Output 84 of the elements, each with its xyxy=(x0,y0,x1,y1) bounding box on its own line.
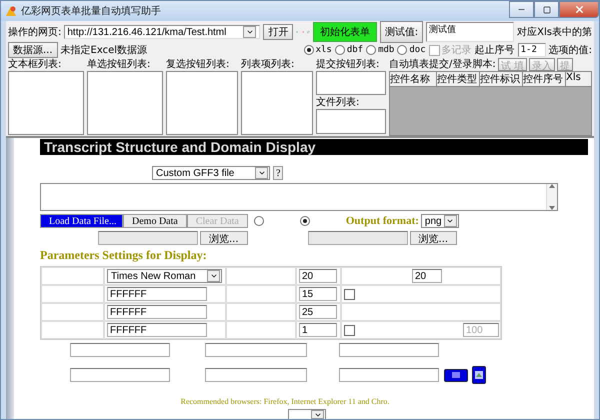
color-field[interactable]: FFFFFF xyxy=(107,323,207,337)
swatch-icon xyxy=(452,372,460,378)
maximize-icon xyxy=(542,6,550,14)
minimize-button[interactable] xyxy=(509,1,534,18)
list-label: 复选按钮列表: xyxy=(166,58,230,71)
browse-button[interactable]: 浏览... xyxy=(200,231,248,245)
font-select[interactable]: Times New Roman xyxy=(107,269,222,283)
listbox[interactable] xyxy=(241,71,313,135)
column-header[interactable]: Xls xyxy=(566,72,591,87)
page-title: Transcript Structure and Domain Display xyxy=(40,139,588,155)
size-field[interactable]: 25 xyxy=(299,305,337,319)
size-field[interactable]: 1 xyxy=(299,323,337,337)
list-label: 文本框列表: xyxy=(8,58,62,71)
format-label: doc xyxy=(409,45,426,55)
text-field[interactable] xyxy=(339,343,439,357)
option-value-label: 选项的值: xyxy=(548,44,592,57)
data-source-button[interactable]: 数据源... xyxy=(8,42,58,58)
script-label: 自动填表提交/登录脚本: xyxy=(389,58,496,71)
list-label: 文件列表: xyxy=(316,96,360,109)
mode-radio[interactable] xyxy=(300,216,310,226)
image-icon xyxy=(475,371,483,379)
format-radio[interactable] xyxy=(334,45,345,55)
format-radio[interactable] xyxy=(366,45,376,55)
range-field[interactable]: 1-2 xyxy=(518,43,546,57)
url-label: 操作的网页: xyxy=(8,26,62,39)
column-header[interactable]: 控件名称 xyxy=(390,72,437,87)
close-icon xyxy=(574,4,584,15)
listbox[interactable] xyxy=(316,109,386,134)
multi-record-label: 多记录 xyxy=(442,44,472,57)
output-format-select[interactable]: png xyxy=(420,214,459,228)
url-combo[interactable]: http://131.216.46.121/kma/Test.html xyxy=(64,25,260,39)
value-field[interactable]: 20 xyxy=(412,269,442,283)
listbox[interactable] xyxy=(166,71,238,135)
help-button[interactable]: ? xyxy=(273,166,284,180)
text-field[interactable] xyxy=(205,343,307,357)
size-field[interactable]: 20 xyxy=(299,269,337,283)
column-header[interactable]: 控件类型 xyxy=(437,72,480,87)
text-field[interactable] xyxy=(205,368,307,382)
list-label: 提交按钮列表: xyxy=(316,58,380,71)
format-label: dbf xyxy=(346,45,364,55)
image-button[interactable] xyxy=(472,366,486,384)
window-title: 亿彩网页表单批量自动填写助手 xyxy=(21,4,162,18)
control-grid[interactable]: 控件名称 控件类型 控件标识 控件序号 Xls xyxy=(389,71,592,136)
text-field[interactable] xyxy=(70,368,170,382)
list-label: 单选按钮列表: xyxy=(87,58,152,71)
open-button[interactable]: 打开 xyxy=(263,24,294,40)
option-checkbox[interactable] xyxy=(344,288,355,300)
file-path-field[interactable] xyxy=(98,231,198,245)
listbox[interactable] xyxy=(8,71,84,135)
color-field[interactable]: FFFFFF xyxy=(107,305,207,319)
browsers-note: Recommended browsers: Firefox, Internet Explorer 11 and Chro. xyxy=(180,397,390,406)
browse-button[interactable]: 浏览... xyxy=(410,231,458,245)
load-data-button[interactable]: Load Data File... xyxy=(40,214,123,228)
app-icon xyxy=(5,5,17,17)
listbox[interactable] xyxy=(316,71,386,95)
data-source-status: 未指定Excel数据源 xyxy=(60,44,148,57)
params-heading: Parameters Settings for Display: xyxy=(40,248,207,263)
test-value-button[interactable]: 测试值: xyxy=(380,21,424,43)
close-button[interactable] xyxy=(559,1,599,18)
file-type-select[interactable]: Custom GFF3 file xyxy=(152,166,270,180)
format-radio[interactable] xyxy=(304,45,314,55)
text-field[interactable] xyxy=(70,343,170,357)
maximize-button[interactable] xyxy=(534,1,559,18)
range-label: 起止序号 xyxy=(474,44,515,57)
format-label: xls xyxy=(316,45,332,55)
file-path-field[interactable] xyxy=(308,231,408,245)
swatch-button[interactable] xyxy=(444,368,468,382)
demo-data-button[interactable]: Demo Data xyxy=(123,214,187,228)
init-form-button[interactable]: 初始化表单 xyxy=(312,22,377,42)
text-field[interactable] xyxy=(339,368,439,382)
format-label: mdb xyxy=(378,45,394,55)
color-field[interactable]: FFFFFF xyxy=(107,287,207,301)
scroll-up-icon[interactable] xyxy=(549,184,555,188)
listbox[interactable] xyxy=(87,71,163,135)
format-radio[interactable] xyxy=(397,45,408,55)
list-label: 列表项列表: xyxy=(241,58,296,71)
mode-radio[interactable] xyxy=(254,216,264,226)
scroll-down-icon[interactable] xyxy=(549,206,555,210)
size-field[interactable]: 15 xyxy=(299,287,337,301)
column-header[interactable]: 控件序号 xyxy=(523,72,566,87)
xls-row-label: 对应Xls表中的第 xyxy=(517,26,592,39)
output-format-label: Output format: xyxy=(346,215,419,227)
column-header[interactable]: 控件标识 xyxy=(480,72,523,87)
test-value-field[interactable]: 测试值 xyxy=(426,22,514,42)
